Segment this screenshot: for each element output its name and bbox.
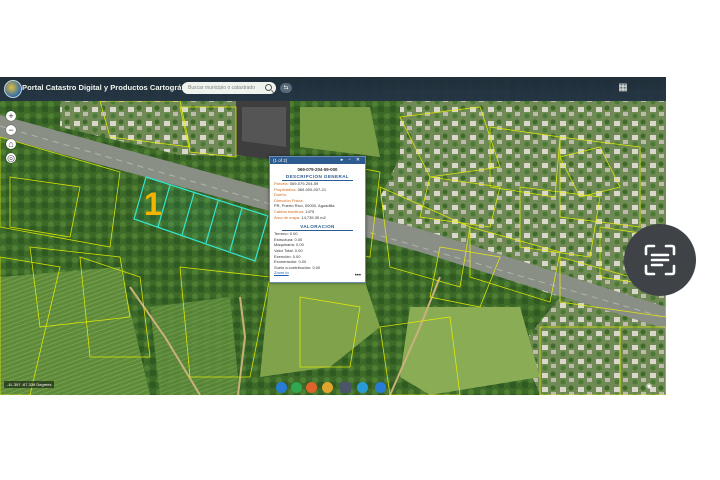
valoracion-key: Exoneración: (274, 259, 298, 265)
valoracion-value: 0.00 (293, 247, 303, 253)
visibility-icon[interactable]: ◉ (646, 382, 656, 391)
general-key: Área de mapa: (274, 214, 301, 220)
valoracion-key: Maquinaria: (274, 242, 295, 248)
valoracion-value: 0.00 (288, 231, 298, 237)
valoracion-value: 0.00 (293, 236, 303, 242)
general-value: 1475 (304, 208, 315, 214)
general-key: Parcela: (274, 181, 289, 186)
valoracion-key: Suelo a contribución: (274, 264, 312, 270)
general-value: 069-000-007-21 (296, 186, 327, 192)
search-icon[interactable] (265, 84, 272, 91)
flag-icon[interactable] (291, 382, 302, 393)
general-key: Cabida escritura: (274, 208, 305, 214)
zoom-out-button[interactable]: − (6, 125, 16, 135)
popup-pager: (1 of 2) (273, 158, 288, 163)
valoracion-rows: Terreno: 0.00 Estructura: 0.00 Maquinaria:… (270, 231, 365, 270)
parcel-info-popup: (1 of 2) ▸ ▫ ✕ 069-079-204-59-000 DESCRI… (269, 156, 366, 283)
measure-icon[interactable] (322, 382, 333, 393)
locate-button[interactable]: ◎ (6, 153, 16, 163)
cart-icon[interactable] (375, 382, 386, 393)
valoracion-key: Terreno: (274, 231, 289, 237)
valoracion-value: 0.00 (291, 253, 301, 259)
more-options-button[interactable]: ••• (355, 273, 361, 279)
zoom-to-link[interactable]: Zoom to (274, 270, 365, 275)
layers-icon[interactable] (306, 382, 317, 393)
grid-menu-icon[interactable]: ▦ (617, 82, 629, 94)
popup-controls[interactable]: ▸ ▫ ✕ (341, 157, 362, 164)
layer-toggle-button[interactable]: ⇆ (280, 83, 292, 93)
general-rows: Parcela: 069-079-204-59 Propietarios: 069… (270, 181, 365, 220)
general-row: Área de mapa: 14,735.35 m2 (274, 215, 365, 221)
popup-header: (1 of 2) ▸ ▫ ✕ (270, 157, 365, 164)
parcel-id: 069-079-204-59-000 (297, 167, 338, 172)
map-application: 1 Portal Catastro Digital y Productos Ca… (0, 77, 666, 395)
valoracion-value: 0.00 (294, 242, 304, 248)
general-section-title: DESCRIPCION GENERAL (282, 174, 353, 181)
valoracion-key: Estructura: (274, 236, 294, 242)
general-value: 069-079-204-59 (288, 181, 319, 186)
general-key: Dirección Física: (274, 197, 304, 203)
valoracion-section-title: VALORACION (282, 224, 353, 232)
valoracion-value: 0.00 (297, 259, 307, 265)
basemap-icon[interactable] (276, 382, 287, 393)
general-key: Propietarios: (274, 186, 297, 192)
folder-icon[interactable] (357, 382, 368, 393)
lot-number-label: 1 (144, 186, 162, 222)
home-button[interactable]: ⌂ (6, 139, 16, 149)
top-bar: Portal Catastro Digital y Productos Cart… (0, 77, 666, 101)
scan-text-button[interactable] (624, 224, 696, 296)
general-value: 14,735.35 m2 (300, 214, 326, 220)
general-key: Dueño: (274, 192, 287, 198)
table-icon[interactable] (340, 382, 351, 393)
zoom-in-button[interactable]: + (6, 111, 16, 121)
coordinate-readout: -1L.397 -67.339 Degrees (4, 381, 55, 388)
valoracion-key: Valor Total: (274, 247, 294, 253)
search-input[interactable]: Buscar municipio o catastrado (182, 82, 276, 94)
logo-icon (4, 80, 22, 98)
valoracion-value: 0.00 (311, 264, 321, 270)
scan-text-icon (644, 244, 676, 276)
search-placeholder: Buscar municipio o catastrado (188, 85, 255, 91)
general-value: PR, Puerto Rico, 00000, Aguadilla (274, 203, 335, 209)
app-title: Portal Catastro Digital y Productos Cart… (22, 83, 200, 92)
valoracion-key: Exención: (274, 253, 292, 259)
